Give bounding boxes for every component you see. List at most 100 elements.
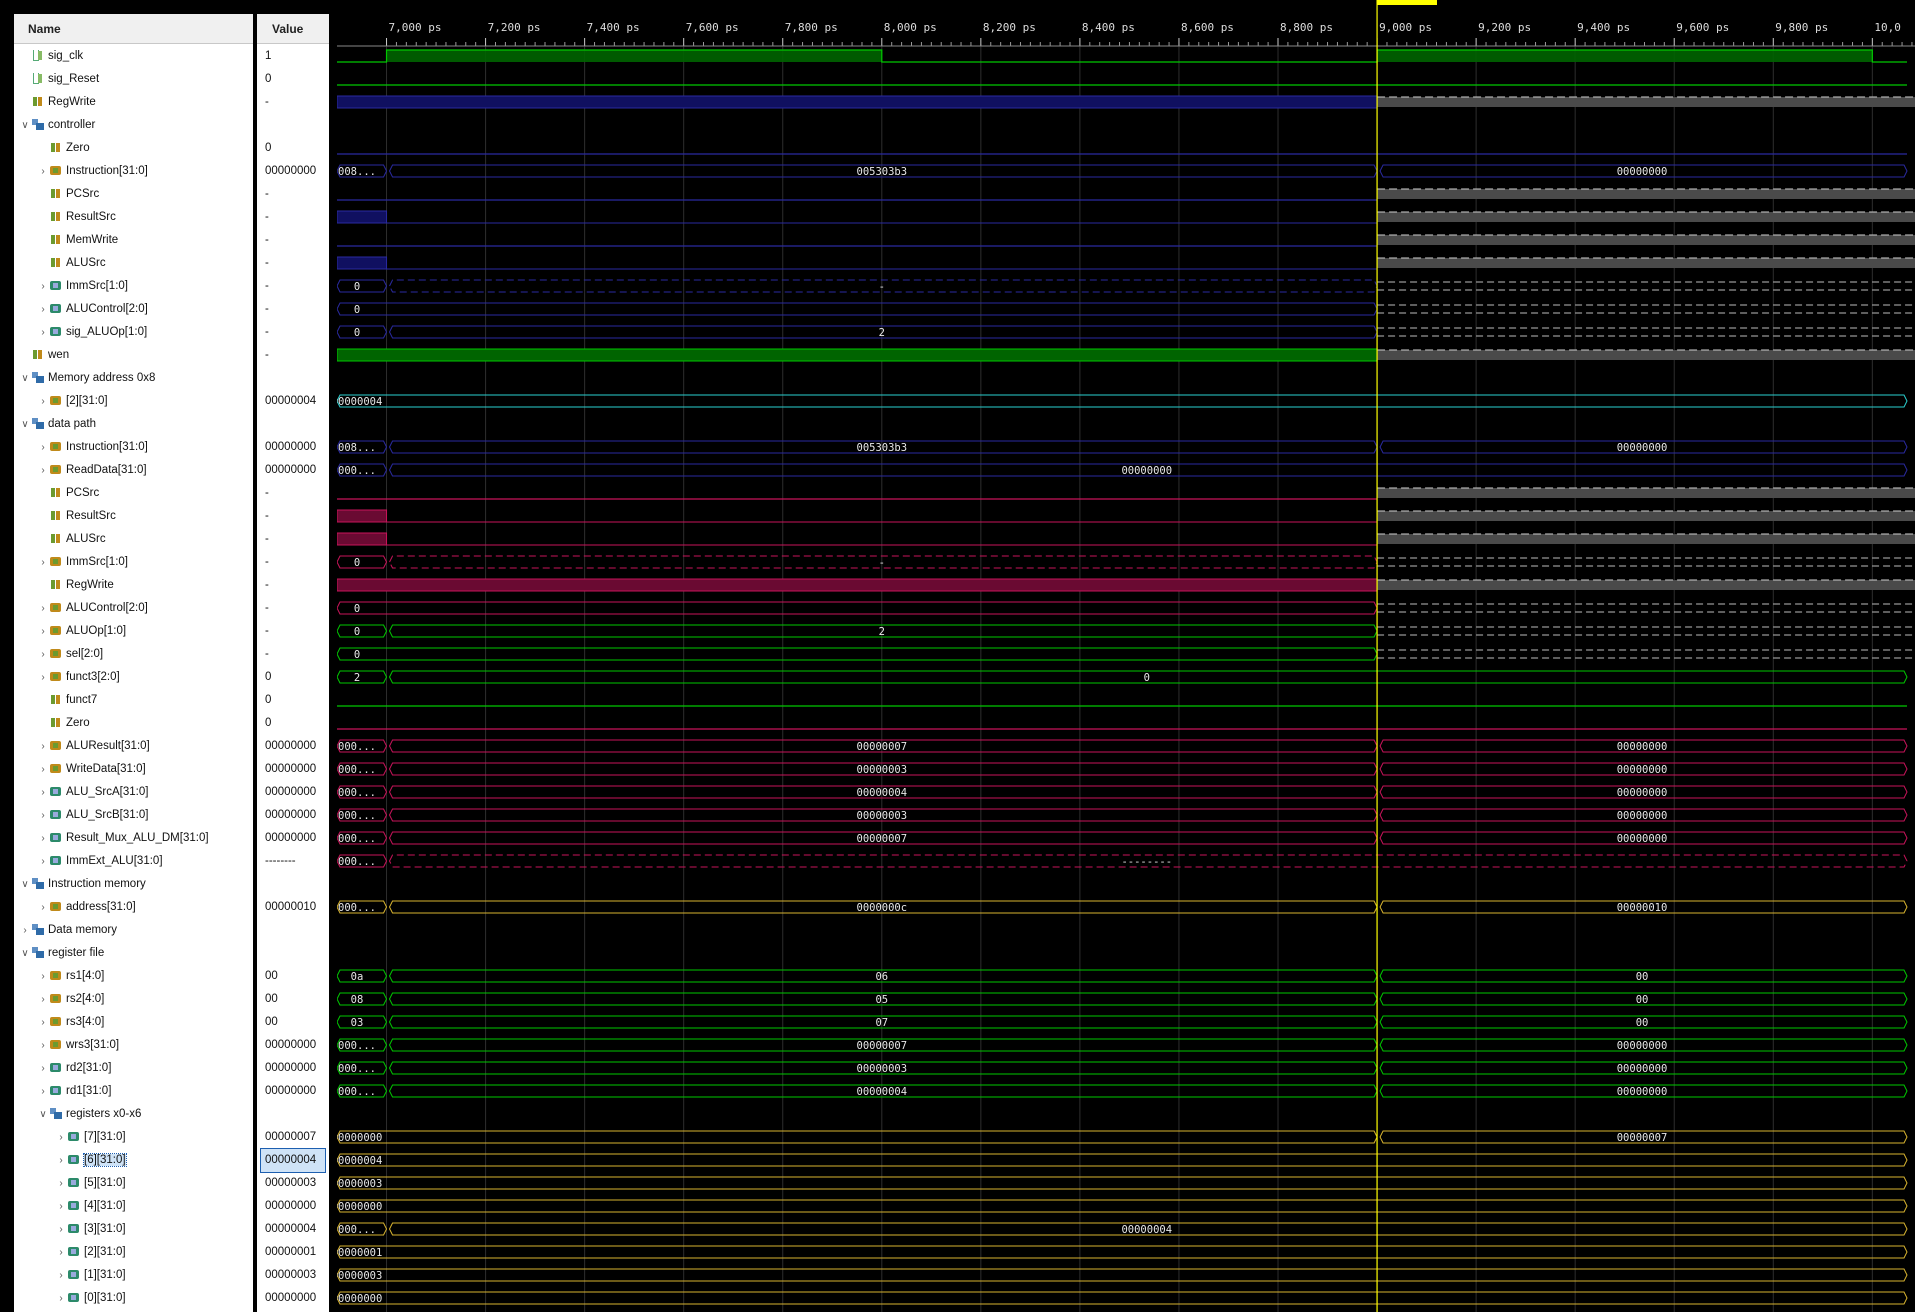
expand-closed-chevron-icon[interactable]: › xyxy=(38,160,48,183)
signal-row[interactable]: ALUSrc xyxy=(38,252,106,275)
signal-value[interactable]: 00000000 xyxy=(265,1195,316,1218)
expand-closed-chevron-icon[interactable]: › xyxy=(56,1287,66,1310)
signal-row[interactable]: ∨ controller xyxy=(20,114,95,137)
signal-value[interactable]: 00000000 xyxy=(265,827,316,850)
signal-value[interactable]: - xyxy=(265,620,269,643)
name-column-header[interactable]: Name xyxy=(14,14,253,44)
signal-value[interactable]: - xyxy=(265,321,269,344)
signal-row[interactable]: › sig_ALUOp[1:0] xyxy=(38,321,147,344)
signal-row[interactable]: funct7 xyxy=(38,689,97,712)
waveform-canvas[interactable]: 7,000 ps 7,200 ps 7,400 ps 7,600 ps 7,800 ps… xyxy=(337,0,1915,1312)
expand-closed-chevron-icon[interactable]: › xyxy=(38,459,48,482)
signal-value[interactable]: 00000000 xyxy=(265,781,316,804)
signal-value[interactable]: 00000000 xyxy=(265,758,316,781)
signal-value[interactable]: -------- xyxy=(265,850,296,873)
signal-value[interactable]: 00000004 xyxy=(260,1148,326,1173)
signal-row[interactable]: › [6][31:0] xyxy=(56,1149,127,1172)
signal-value[interactable]: 00000000 xyxy=(265,1057,316,1080)
signal-value[interactable]: 00000004 xyxy=(265,1218,316,1241)
expand-closed-chevron-icon[interactable]: › xyxy=(38,390,48,413)
signal-value[interactable]: 00000004 xyxy=(265,390,316,413)
expand-closed-chevron-icon[interactable]: › xyxy=(38,850,48,873)
expand-closed-chevron-icon[interactable]: › xyxy=(38,1011,48,1034)
signal-value[interactable]: 00000007 xyxy=(265,1126,316,1149)
signal-value[interactable]: - xyxy=(265,597,269,620)
expand-open-chevron-icon[interactable]: ∨ xyxy=(20,367,30,390)
signal-row[interactable]: › Result_Mux_ALU_DM[31:0] xyxy=(38,827,208,850)
signal-value[interactable]: - xyxy=(265,551,269,574)
expand-closed-chevron-icon[interactable]: › xyxy=(38,597,48,620)
expand-open-chevron-icon[interactable]: ∨ xyxy=(20,873,30,896)
signal-value[interactable]: - xyxy=(265,183,269,206)
signal-row[interactable]: › rd2[31:0] xyxy=(38,1057,111,1080)
signal-row[interactable]: ∨ registers x0-x6 xyxy=(38,1103,141,1126)
signal-row[interactable]: › ALU_SrcA[31:0] xyxy=(38,781,148,804)
signal-value[interactable]: 00000000 xyxy=(265,160,316,183)
signal-row[interactable]: Zero xyxy=(38,137,90,160)
signal-row[interactable]: › ImmExt_ALU[31:0] xyxy=(38,850,162,873)
signal-row[interactable]: sig_Reset xyxy=(20,68,99,91)
waveform-viewer[interactable]: 7,000 ps 7,200 ps 7,400 ps 7,600 ps 7,800 ps… xyxy=(337,0,1915,1312)
expand-closed-chevron-icon[interactable]: › xyxy=(56,1241,66,1264)
expand-closed-chevron-icon[interactable]: › xyxy=(56,1195,66,1218)
signal-row[interactable]: › rs3[4:0] xyxy=(38,1011,104,1034)
signal-row[interactable]: ResultSrc xyxy=(38,505,116,528)
signal-row[interactable]: › Data memory xyxy=(20,919,117,942)
signal-value[interactable]: 0 xyxy=(265,68,271,91)
signal-value[interactable]: 00000003 xyxy=(265,1264,316,1287)
signal-value[interactable]: 00 xyxy=(265,988,278,1011)
expand-closed-chevron-icon[interactable]: › xyxy=(56,1149,66,1172)
expand-open-chevron-icon[interactable]: ∨ xyxy=(20,942,30,965)
signal-value[interactable]: 0 xyxy=(265,137,271,160)
signal-row[interactable]: › ALUOp[1:0] xyxy=(38,620,126,643)
expand-closed-chevron-icon[interactable]: › xyxy=(38,781,48,804)
signal-value[interactable]: - xyxy=(265,482,269,505)
signal-value[interactable]: 00000000 xyxy=(265,1080,316,1103)
signal-row[interactable]: › [2][31:0] xyxy=(38,390,107,413)
signal-value[interactable]: 0 xyxy=(265,712,271,735)
signal-row[interactable]: › sel[2:0] xyxy=(38,643,103,666)
signal-row[interactable]: › ALUControl[2:0] xyxy=(38,298,148,321)
signal-row[interactable]: › ReadData[31:0] xyxy=(38,459,146,482)
signal-row[interactable]: › Instruction[31:0] xyxy=(38,160,148,183)
expand-closed-chevron-icon[interactable]: › xyxy=(38,735,48,758)
signal-value[interactable]: - xyxy=(265,229,269,252)
signal-value[interactable]: 00000010 xyxy=(265,896,316,919)
signal-row[interactable]: wen xyxy=(20,344,69,367)
expand-closed-chevron-icon[interactable]: › xyxy=(38,965,48,988)
signal-value[interactable]: 0 xyxy=(265,689,271,712)
expand-open-chevron-icon[interactable]: ∨ xyxy=(38,1103,48,1126)
signal-row[interactable]: › [5][31:0] xyxy=(56,1172,125,1195)
expand-closed-chevron-icon[interactable]: › xyxy=(38,896,48,919)
signal-row[interactable]: › funct3[2:0] xyxy=(38,666,119,689)
signal-row[interactable]: › [3][31:0] xyxy=(56,1218,125,1241)
values-waves-divider[interactable] xyxy=(329,0,337,1312)
expand-closed-chevron-icon[interactable]: › xyxy=(38,275,48,298)
signal-value[interactable]: - xyxy=(265,206,269,229)
signal-row[interactable]: › ALUResult[31:0] xyxy=(38,735,149,758)
signal-value[interactable]: 00000001 xyxy=(265,1241,316,1264)
signal-row[interactable]: › [4][31:0] xyxy=(56,1195,125,1218)
expand-closed-chevron-icon[interactable]: › xyxy=(38,298,48,321)
signal-value[interactable]: 00000000 xyxy=(265,436,316,459)
signal-value[interactable]: - xyxy=(265,275,269,298)
expand-open-chevron-icon[interactable]: ∨ xyxy=(20,413,30,436)
expand-closed-chevron-icon[interactable]: › xyxy=(56,1172,66,1195)
expand-closed-chevron-icon[interactable]: › xyxy=(38,620,48,643)
signal-value[interactable]: 00000000 xyxy=(265,735,316,758)
signal-row[interactable]: ALUSrc xyxy=(38,528,106,551)
expand-open-chevron-icon[interactable]: ∨ xyxy=(20,114,30,137)
signal-row[interactable]: ∨ data path xyxy=(20,413,96,436)
signal-row[interactable]: › ImmSrc[1:0] xyxy=(38,551,128,574)
signal-value[interactable]: - xyxy=(265,505,269,528)
signal-value[interactable]: 1 xyxy=(265,45,271,68)
signal-value[interactable]: 0 xyxy=(265,666,271,689)
signal-row[interactable]: ∨ Instruction memory xyxy=(20,873,146,896)
signal-row[interactable]: › ALU_SrcB[31:0] xyxy=(38,804,148,827)
expand-closed-chevron-icon[interactable]: › xyxy=(38,643,48,666)
signal-row[interactable]: › WriteData[31:0] xyxy=(38,758,145,781)
signal-row[interactable]: RegWrite xyxy=(38,574,114,597)
signal-value[interactable]: - xyxy=(265,91,269,114)
signal-value[interactable]: - xyxy=(265,252,269,275)
signal-row[interactable]: MemWrite xyxy=(38,229,118,252)
